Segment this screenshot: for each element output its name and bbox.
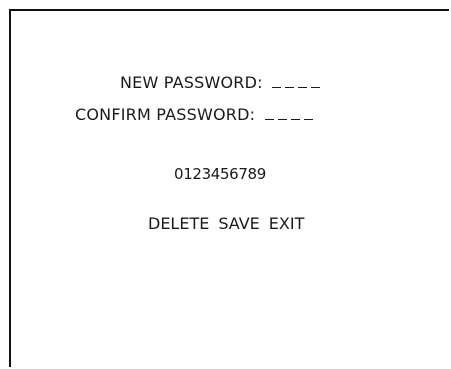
- action-bar: DELETE SAVE EXIT: [148, 214, 304, 233]
- digit-key-1[interactable]: 1: [183, 165, 193, 183]
- pin-slot: [285, 73, 295, 88]
- delete-button[interactable]: DELETE: [148, 214, 209, 233]
- pin-slot: [272, 73, 282, 88]
- digit-key-9[interactable]: 9: [257, 165, 267, 183]
- new-password-field[interactable]: [272, 73, 324, 92]
- digit-key-6[interactable]: 6: [229, 165, 239, 183]
- new-password-label: NEW PASSWORD:: [120, 73, 263, 92]
- digit-key-3[interactable]: 3: [202, 165, 212, 183]
- digit-keypad: 0 1 2 3 4 5 6 7 8 9: [174, 165, 266, 183]
- pin-slot: [311, 73, 321, 88]
- digit-key-7[interactable]: 7: [238, 165, 248, 183]
- pin-slot: [290, 105, 300, 120]
- digit-key-4[interactable]: 4: [211, 165, 221, 183]
- pin-slot: [277, 105, 287, 120]
- new-password-row: NEW PASSWORD:: [120, 73, 324, 92]
- exit-button[interactable]: EXIT: [269, 214, 305, 233]
- digit-key-0[interactable]: 0: [174, 165, 184, 183]
- pin-slot: [298, 73, 308, 88]
- confirm-password-field[interactable]: [264, 105, 317, 124]
- digit-key-8[interactable]: 8: [248, 165, 258, 183]
- digit-key-2[interactable]: 2: [192, 165, 202, 183]
- confirm-password-row: CONFIRM PASSWORD:: [75, 105, 317, 124]
- pin-slot: [264, 105, 274, 120]
- confirm-password-label: CONFIRM PASSWORD:: [75, 105, 256, 124]
- password-screen: NEW PASSWORD: CONFIRM PASSWORD: 0 1 2 3 …: [9, 9, 449, 367]
- save-button[interactable]: SAVE: [218, 214, 259, 233]
- digit-key-5[interactable]: 5: [220, 165, 230, 183]
- pin-slot: [303, 105, 313, 120]
